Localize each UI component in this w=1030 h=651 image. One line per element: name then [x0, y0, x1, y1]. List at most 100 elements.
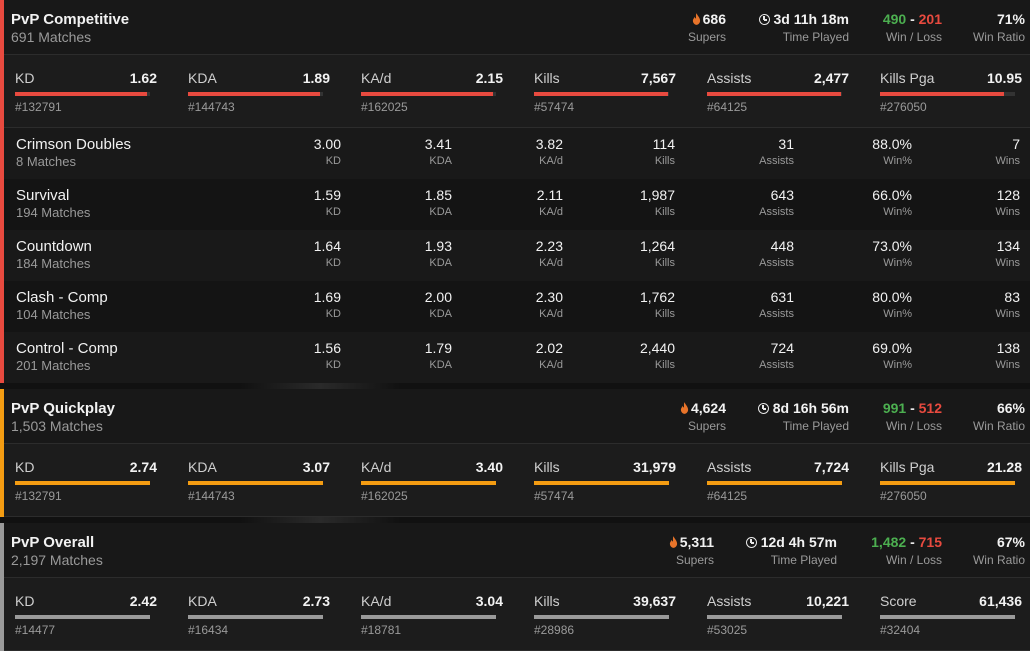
stat-kills-pga: Kills Pga 21.28 #276050 [869, 444, 1030, 516]
mode-row-survival[interactable]: Survival 194 Matches 1.59 KD 1.85 KDA 2.11… [4, 179, 1030, 230]
mode-assists: 631 [770, 289, 794, 305]
mode-win-pct: 80.0% [872, 289, 912, 305]
stat-bar-fill [361, 481, 496, 485]
stat-assists: Assists 2,477 #64125 [696, 55, 869, 127]
mode-assists: 724 [770, 340, 794, 356]
supers-stat: 4,624 Supers [680, 400, 726, 433]
supers-value: 686 [702, 11, 726, 27]
mode-wins-label: Wins [995, 257, 1020, 269]
mode-kd-label: KD [325, 155, 341, 167]
losses-value: 201 [918, 11, 942, 27]
losses-value: 715 [918, 534, 942, 550]
stat-rank: #144743 [188, 489, 235, 503]
wins-value: 490 [882, 11, 907, 27]
mode-win-pct-label: Win% [883, 206, 912, 218]
win-loss-stat: 490 - 201 Win / Loss [883, 11, 942, 44]
stat-bar-fill [880, 615, 1015, 619]
mode-matches: 8 Matches [16, 154, 76, 169]
mode-matches: 194 Matches [16, 205, 91, 220]
stat-rank: #64125 [707, 100, 748, 114]
time-played-value: 3d 11h 18m [773, 11, 850, 27]
stat-bar-fill [361, 92, 494, 96]
stat-kd: KD 1.62 #132791 [4, 55, 177, 127]
section-header: PvP Overall 2,197 Matches 5,311 Supers 1… [4, 523, 1030, 578]
stat-bar [361, 92, 496, 96]
mode-kills-label: Kills [654, 359, 675, 371]
mode-wins: 134 [996, 238, 1020, 254]
mode-kad: 2.23 [535, 238, 563, 254]
stat-row: KD 2.42 #14477 KDA 2.73 #16434 KA/d 3.04… [4, 578, 1030, 651]
mode-kad-label: KA/d [539, 359, 563, 371]
mode-wins-label: Wins [995, 206, 1020, 218]
win-loss-stat: 991 - 512 Win / Loss [883, 400, 942, 433]
stat-label: KD [15, 70, 35, 86]
mode-win-pct-label: Win% [883, 257, 912, 269]
win-loss-label: Win / Loss [885, 553, 942, 567]
stat-bar-fill [188, 615, 323, 619]
mode-row-clash-comp[interactable]: Clash - Comp 104 Matches 1.69 KD 2.00 KDA … [4, 281, 1030, 332]
mode-row-control-comp[interactable]: Control - Comp 201 Matches 1.56 KD 1.79 KD… [4, 332, 1030, 383]
mode-wins-label: Wins [995, 359, 1020, 371]
stat-bar-fill [361, 615, 496, 619]
win-loss-label: Win / Loss [885, 419, 942, 433]
stat-label: KA/d [361, 70, 392, 86]
stat-row: KD 1.62 #132791 KDA 1.89 #144743 KA/d 2.… [4, 55, 1030, 128]
mode-kd: 1.59 [313, 187, 341, 203]
mode-name: Countdown [16, 238, 92, 255]
stat-bar-fill [880, 481, 1015, 485]
supers-label: Supers [687, 30, 726, 44]
stat-bar-fill [534, 92, 668, 96]
mode-kd-label: KD [325, 206, 341, 218]
mode-win-pct-label: Win% [883, 155, 912, 167]
stat-kills: Kills 39,637 #28986 [523, 578, 696, 650]
stat-bar [707, 481, 842, 485]
supers-value: 4,624 [690, 400, 726, 416]
stat-value: 1.89 [302, 70, 330, 86]
stat-kills: Kills 7,567 #57474 [523, 55, 696, 127]
stat-value: 31,979 [633, 459, 676, 475]
stat-value: 7,567 [640, 70, 676, 86]
mode-win-pct: 73.0% [872, 238, 912, 254]
pvp-quickplay-section: PvP Quickplay 1,503 Matches 4,624 Supers… [0, 389, 1030, 517]
mode-wins: 138 [996, 340, 1020, 356]
section-matches: 1,503 Matches [11, 418, 103, 434]
mode-kills: 1,264 [639, 238, 675, 254]
mode-wins-label: Wins [995, 308, 1020, 320]
mode-win-pct-label: Win% [883, 308, 912, 320]
stat-label: KA/d [361, 459, 392, 475]
mode-assists: 31 [778, 136, 794, 152]
mode-kd: 3.00 [313, 136, 341, 152]
stat-bar-fill [707, 92, 841, 96]
mode-kad: 3.82 [535, 136, 563, 152]
mode-name: Clash - Comp [16, 289, 108, 306]
win-ratio-label: Win Ratio [972, 419, 1025, 433]
supers-label: Supers [687, 419, 726, 433]
mode-row-countdown[interactable]: Countdown 184 Matches 1.64 KD 1.93 KDA 2.2… [4, 230, 1030, 281]
stat-value: 10,221 [806, 593, 849, 609]
stat-value: 2.73 [302, 593, 330, 609]
mode-wins: 83 [1004, 289, 1020, 305]
mode-matches: 184 Matches [16, 256, 91, 271]
stat-bar [15, 615, 150, 619]
stat-rank: #144743 [188, 100, 235, 114]
win-ratio-label: Win Ratio [972, 30, 1025, 44]
stat-bar [880, 92, 1015, 96]
stat-value: 61,436 [979, 593, 1022, 609]
mode-win-pct: 88.0% [872, 136, 912, 152]
time-played-stat: 3d 11h 18m Time Played [758, 11, 850, 44]
win-loss-separator: - [906, 11, 919, 27]
stat-value: 2.42 [129, 593, 157, 609]
stat-label: KD [15, 593, 35, 609]
time-played-stat: 8d 16h 56m Time Played [757, 400, 849, 433]
mode-kd-label: KD [325, 308, 341, 320]
stat-rank: #276050 [880, 489, 927, 503]
stat-value: 10.95 [986, 70, 1022, 86]
mode-row-crimson-doubles[interactable]: Crimson Doubles 8 Matches 3.00 KD 3.41 KDA… [4, 128, 1030, 179]
time-played-label: Time Played [782, 419, 849, 433]
mode-kills-label: Kills [654, 308, 675, 320]
flame-icon [669, 536, 677, 548]
stat-bar-fill [707, 615, 842, 619]
mode-kda: 2.00 [424, 289, 452, 305]
stat-value: 3.40 [475, 459, 503, 475]
stat-assists: Assists 10,221 #53025 [696, 578, 869, 650]
